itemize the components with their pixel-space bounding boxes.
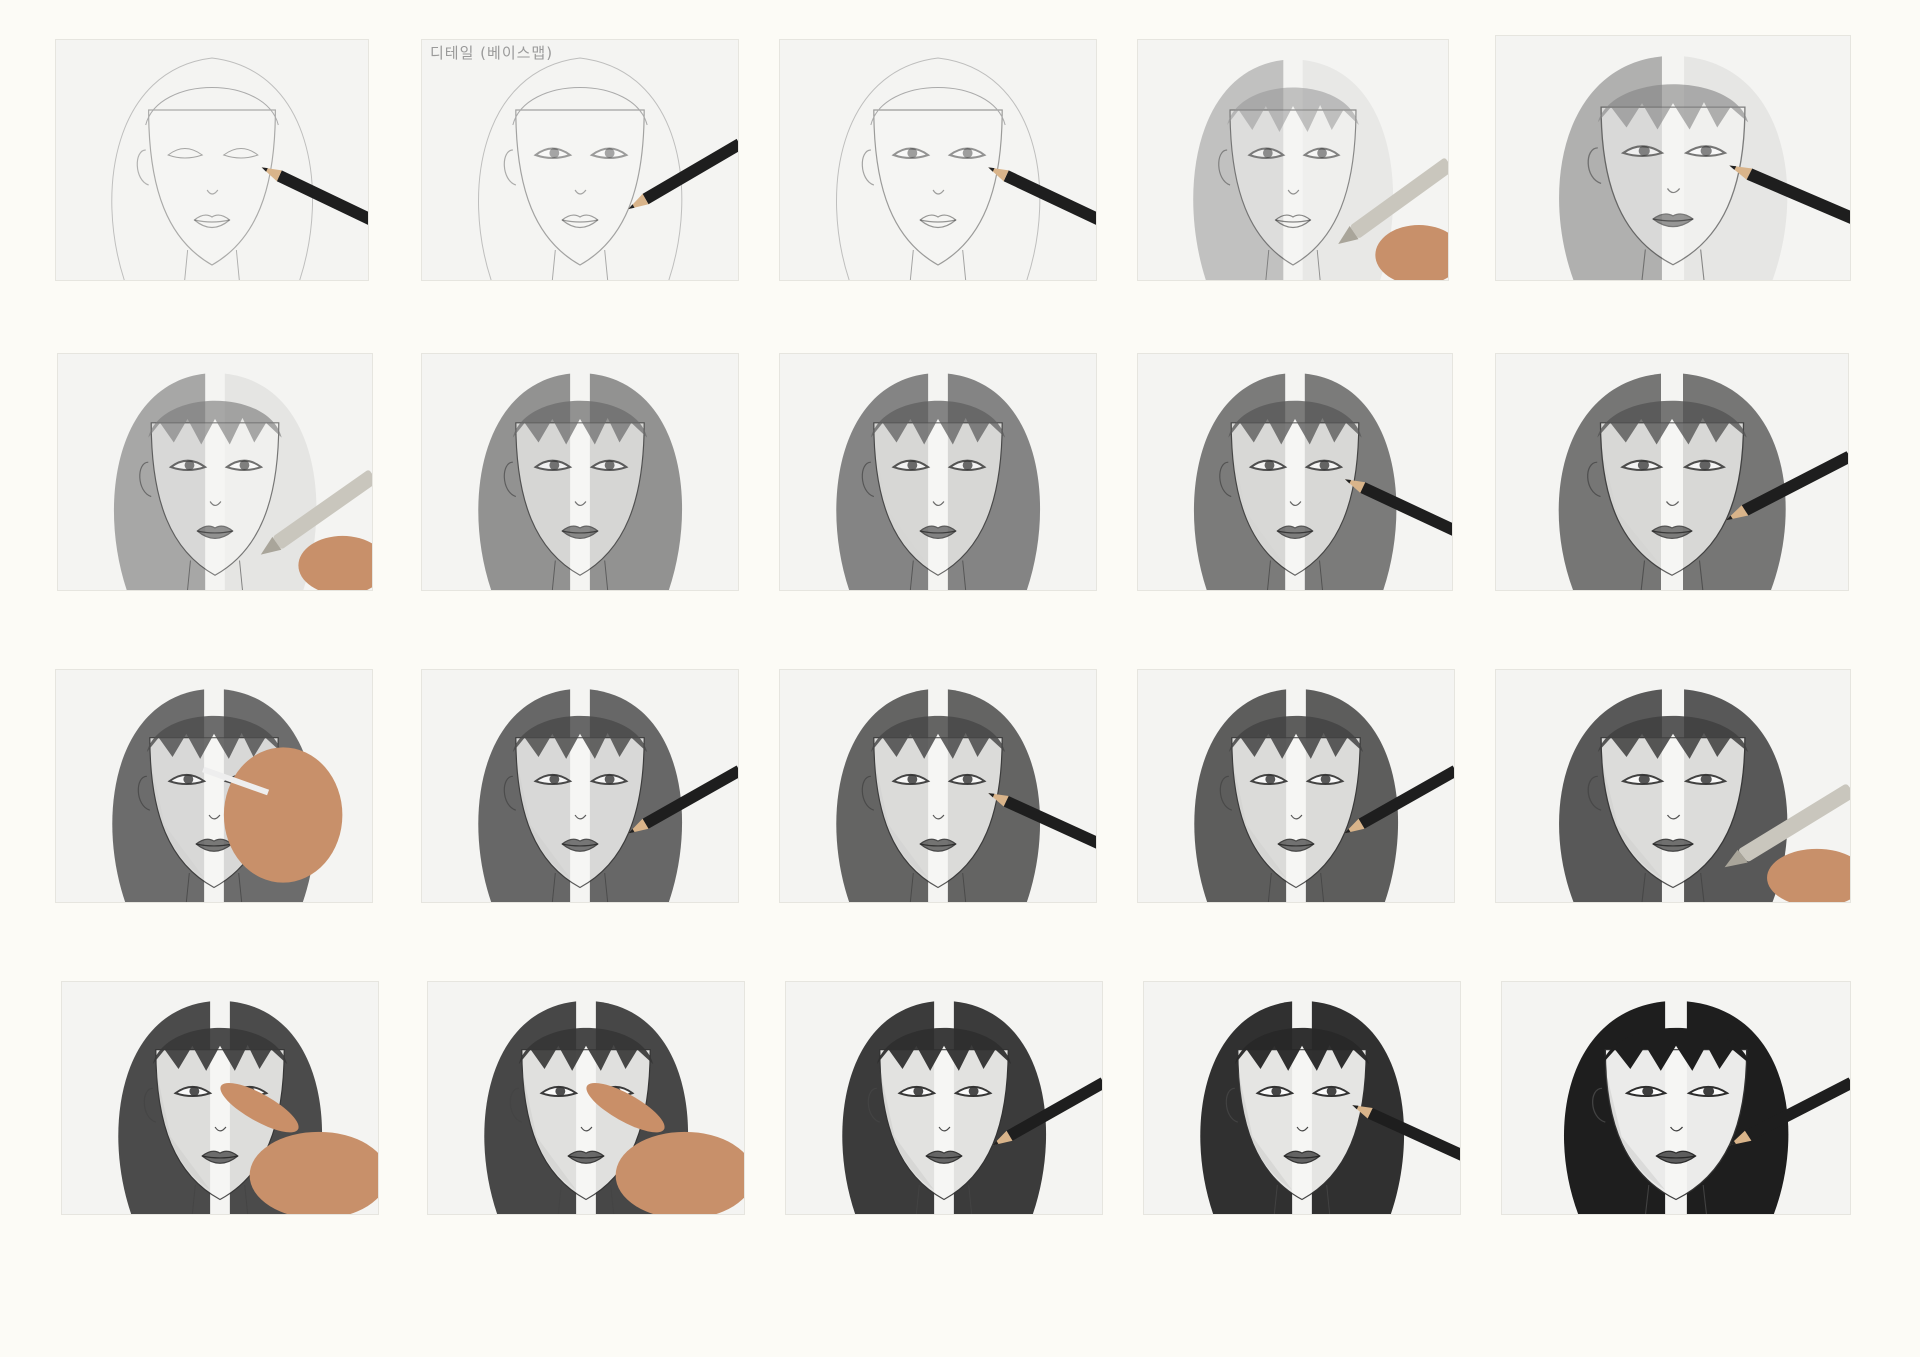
drawing-step-frame-3 bbox=[780, 40, 1096, 280]
frame-overlay-text: 디테일 (베이스맵) bbox=[430, 44, 554, 62]
drawing-step-frame-17 bbox=[428, 982, 744, 1214]
drawing-step-frame-16 bbox=[62, 982, 378, 1214]
drawing-step-frame-18 bbox=[786, 982, 1102, 1214]
drawing-step-frame-19 bbox=[1144, 982, 1460, 1214]
drawing-step-frame-7 bbox=[422, 354, 738, 590]
drawing-step-frame-5 bbox=[1496, 36, 1850, 280]
drawing-step-frame-4 bbox=[1138, 40, 1448, 280]
drawing-step-frame-15 bbox=[1496, 670, 1850, 902]
drawing-step-frame-12 bbox=[422, 670, 738, 902]
drawing-step-frame-13 bbox=[780, 670, 1096, 902]
drawing-step-frame-2: 디테일 (베이스맵) bbox=[422, 40, 738, 280]
drawing-step-frame-10 bbox=[1496, 354, 1848, 590]
drawing-step-frame-11 bbox=[56, 670, 372, 902]
hand-icon bbox=[223, 747, 343, 883]
drawing-step-frame-20 bbox=[1502, 982, 1850, 1214]
drawing-step-frame-14 bbox=[1138, 670, 1454, 902]
drawing-step-frame-8 bbox=[780, 354, 1096, 590]
drawing-steps-grid: 디테일 (베이스맵) bbox=[0, 0, 1920, 1357]
drawing-step-frame-6 bbox=[58, 354, 372, 590]
drawing-step-frame-1 bbox=[56, 40, 368, 280]
drawing-step-frame-9 bbox=[1138, 354, 1452, 590]
